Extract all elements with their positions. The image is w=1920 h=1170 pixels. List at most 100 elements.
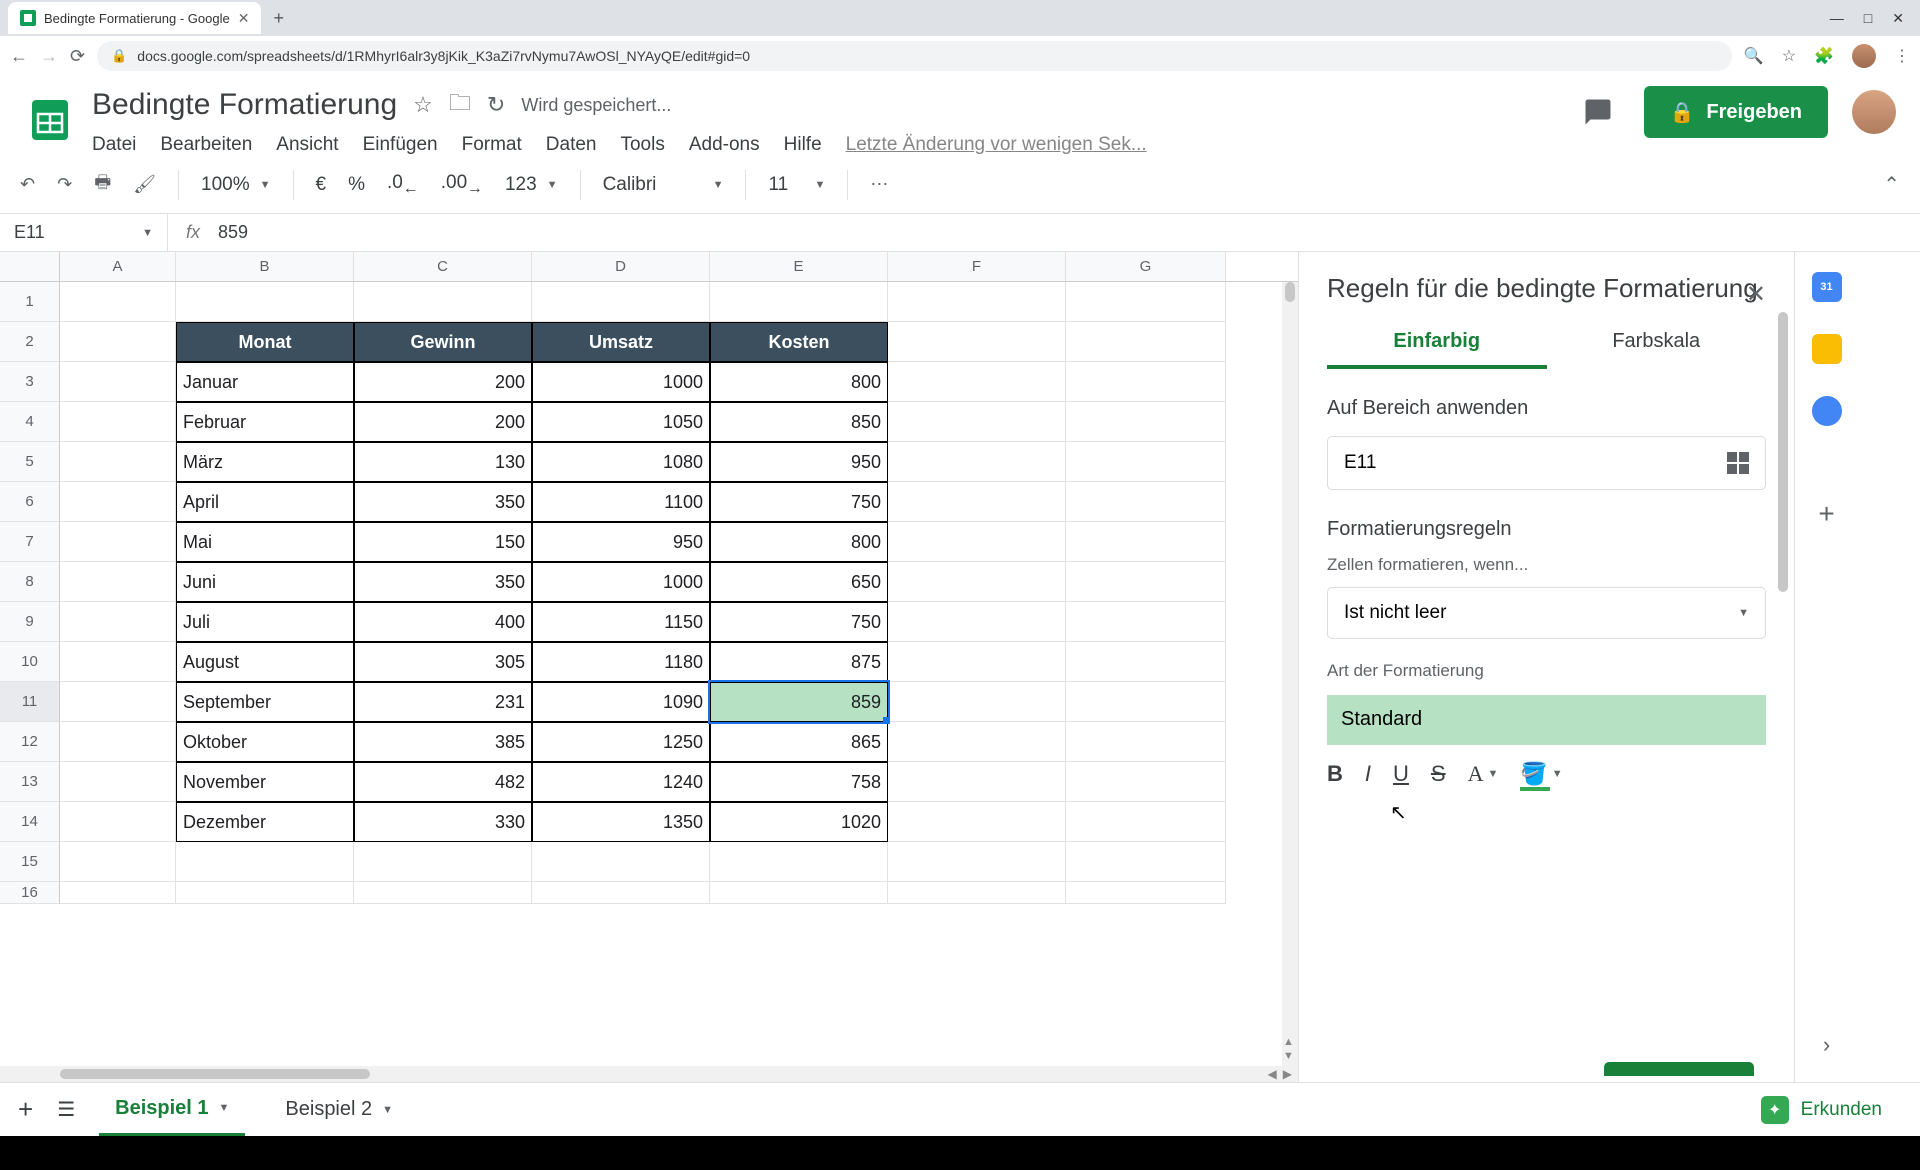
cell[interactable]: 650 bbox=[710, 562, 888, 602]
close-tab-icon[interactable]: ✕ bbox=[238, 10, 250, 27]
row-header[interactable]: 16 bbox=[0, 882, 60, 904]
cell[interactable]: 800 bbox=[710, 362, 888, 402]
cell[interactable] bbox=[710, 882, 888, 904]
cell[interactable]: Mai bbox=[176, 522, 354, 562]
cell[interactable]: Umsatz bbox=[532, 322, 710, 362]
cell[interactable] bbox=[1066, 562, 1226, 602]
cell[interactable] bbox=[60, 602, 176, 642]
cell[interactable] bbox=[1066, 442, 1226, 482]
cell[interactable] bbox=[888, 522, 1066, 562]
cell[interactable]: 1100 bbox=[532, 482, 710, 522]
row-header[interactable]: 15 bbox=[0, 842, 60, 882]
cell[interactable] bbox=[888, 882, 1066, 904]
decrease-decimal-button[interactable]: .0← bbox=[387, 172, 419, 198]
col-header[interactable]: D bbox=[532, 252, 710, 281]
cell[interactable] bbox=[1066, 522, 1226, 562]
col-header[interactable]: F bbox=[888, 252, 1066, 281]
paint-format-icon[interactable]: 🖌 bbox=[133, 174, 156, 195]
redo-icon[interactable]: ↷ bbox=[57, 174, 72, 195]
cell[interactable] bbox=[1066, 882, 1226, 904]
cell[interactable]: 750 bbox=[710, 602, 888, 642]
vertical-scrollbar[interactable]: ▲▼ bbox=[1282, 282, 1298, 1066]
collapse-toolbar-icon[interactable]: ⌃ bbox=[1883, 172, 1900, 197]
cell[interactable]: 750 bbox=[710, 482, 888, 522]
cell[interactable] bbox=[60, 722, 176, 762]
currency-button[interactable]: € bbox=[316, 174, 327, 196]
more-toolbar-icon[interactable]: ⋯ bbox=[870, 174, 888, 195]
row-header[interactable]: 8 bbox=[0, 562, 60, 602]
zoom-dropdown[interactable]: 100% ▼ bbox=[201, 174, 271, 196]
col-header[interactable]: C bbox=[354, 252, 532, 281]
cell[interactable] bbox=[60, 482, 176, 522]
row-header[interactable]: 11 bbox=[0, 682, 60, 722]
col-header[interactable]: B bbox=[176, 252, 354, 281]
cell[interactable] bbox=[60, 682, 176, 722]
row-header[interactable]: 7 bbox=[0, 522, 60, 562]
cell[interactable] bbox=[176, 882, 354, 904]
cell[interactable] bbox=[60, 562, 176, 602]
cell[interactable] bbox=[60, 402, 176, 442]
explore-button[interactable]: Erkunden bbox=[1761, 1096, 1902, 1124]
cell[interactable]: 1080 bbox=[532, 442, 710, 482]
maximize-icon[interactable]: □ bbox=[1864, 10, 1872, 27]
tab-color-scale[interactable]: Farbskala bbox=[1547, 330, 1767, 369]
cell[interactable] bbox=[888, 842, 1066, 882]
cell[interactable]: 130 bbox=[354, 442, 532, 482]
font-dropdown[interactable]: Calibri ▼ bbox=[603, 174, 724, 196]
extensions-icon[interactable]: 🧩 bbox=[1814, 46, 1834, 66]
row-header[interactable]: 13 bbox=[0, 762, 60, 802]
tasks-icon[interactable] bbox=[1812, 396, 1842, 426]
row-header[interactable]: 5 bbox=[0, 442, 60, 482]
calendar-icon[interactable] bbox=[1812, 272, 1842, 302]
comments-icon[interactable] bbox=[1576, 90, 1620, 134]
cell[interactable]: 1020 bbox=[710, 802, 888, 842]
cell[interactable]: 482 bbox=[354, 762, 532, 802]
number-format-dropdown[interactable]: 123 ▼ bbox=[505, 174, 558, 196]
tab-single-color[interactable]: Einfarbig bbox=[1327, 330, 1547, 369]
cell[interactable] bbox=[60, 802, 176, 842]
address-bar[interactable]: 🔒 docs.google.com/spreadsheets/d/1RMhyrI… bbox=[97, 41, 1732, 71]
text-color-dropdown[interactable]: A▼ bbox=[1468, 761, 1499, 787]
italic-icon[interactable]: I bbox=[1365, 761, 1371, 787]
cell[interactable] bbox=[710, 842, 888, 882]
cell[interactable]: 1000 bbox=[532, 362, 710, 402]
fill-color-dropdown[interactable]: 🪣▼ bbox=[1520, 761, 1562, 787]
name-box[interactable]: E11 ▼ bbox=[0, 214, 168, 251]
all-sheets-icon[interactable]: ☰ bbox=[57, 1097, 75, 1122]
menu-tools[interactable]: Tools bbox=[620, 134, 664, 156]
cell[interactable]: 1180 bbox=[532, 642, 710, 682]
cell[interactable]: 850 bbox=[710, 402, 888, 442]
row-header[interactable]: 4 bbox=[0, 402, 60, 442]
condition-dropdown[interactable]: Ist nicht leer ▼ bbox=[1327, 587, 1766, 639]
cell[interactable] bbox=[60, 882, 176, 904]
cell[interactable] bbox=[532, 842, 710, 882]
increase-decimal-button[interactable]: .00→ bbox=[441, 172, 483, 198]
col-header[interactable]: E bbox=[710, 252, 888, 281]
menu-edit[interactable]: Bearbeiten bbox=[160, 134, 252, 156]
cell[interactable]: 1250 bbox=[532, 722, 710, 762]
cell[interactable] bbox=[1066, 362, 1226, 402]
cell[interactable] bbox=[888, 362, 1066, 402]
last-edit-link[interactable]: Letzte Änderung vor wenigen Sek... bbox=[846, 134, 1147, 156]
cell[interactable] bbox=[1066, 802, 1226, 842]
menu-addons[interactable]: Add-ons bbox=[689, 134, 760, 156]
sheet-tab[interactable]: Beispiel 1 ▼ bbox=[99, 1083, 245, 1136]
back-icon[interactable]: ← bbox=[10, 46, 28, 67]
cell[interactable] bbox=[888, 682, 1066, 722]
cell[interactable] bbox=[710, 282, 888, 322]
cell[interactable] bbox=[888, 402, 1066, 442]
move-doc-icon[interactable]: 🗀 bbox=[449, 86, 471, 124]
cell[interactable]: 200 bbox=[354, 402, 532, 442]
sheet-tab[interactable]: Beispiel 2 ▼ bbox=[269, 1083, 409, 1136]
add-sheet-icon[interactable]: + bbox=[18, 1094, 33, 1125]
cell[interactable] bbox=[354, 842, 532, 882]
cell[interactable]: März bbox=[176, 442, 354, 482]
chevron-down-icon[interactable]: ▼ bbox=[219, 1102, 230, 1114]
menu-data[interactable]: Daten bbox=[546, 134, 597, 156]
cell[interactable] bbox=[888, 642, 1066, 682]
cell[interactable] bbox=[1066, 602, 1226, 642]
cell[interactable]: 350 bbox=[354, 482, 532, 522]
cell[interactable] bbox=[888, 722, 1066, 762]
doc-title[interactable]: Bedingte Formatierung bbox=[92, 88, 397, 122]
cell[interactable] bbox=[60, 442, 176, 482]
